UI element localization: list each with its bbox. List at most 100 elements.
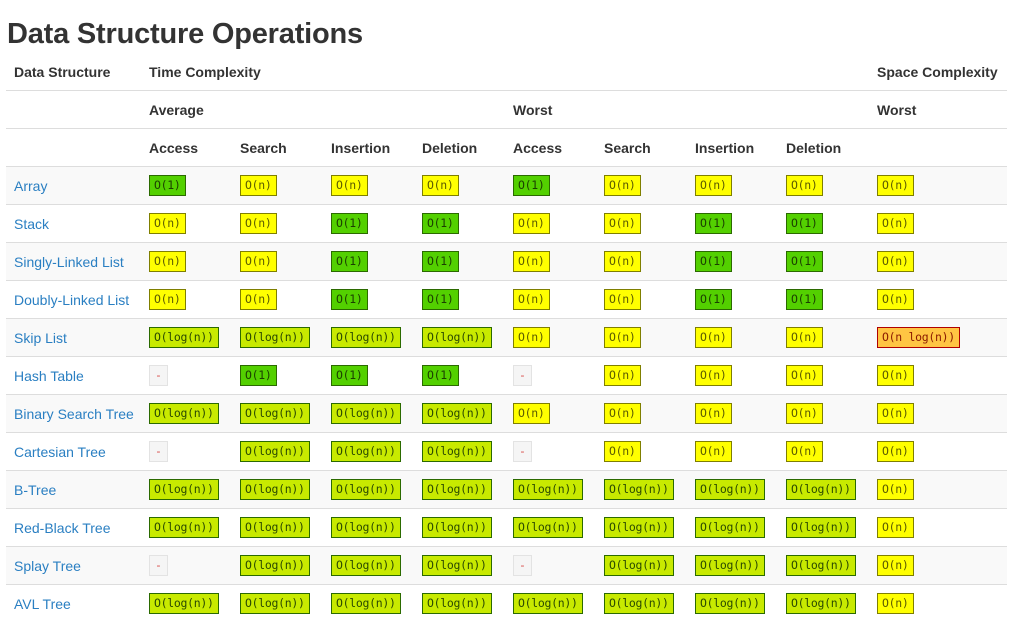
complexity-cell: O(log(n)) <box>414 432 505 471</box>
complexity-badge-bad: O(n) <box>604 403 641 424</box>
complexity-cell: O(log(n)) <box>323 318 414 357</box>
complexity-badge-bad: O(n) <box>513 289 550 310</box>
table-row: Cartesian Tree - O(log(n)) O(log(n)) O(log(n… <box>6 432 1008 471</box>
complexity-cell: O(log(n)) <box>232 584 323 622</box>
complexity-cell: O(1) <box>687 280 778 319</box>
complexity-cell: O(1) <box>687 242 778 281</box>
complexity-cell: O(log(n)) <box>505 470 596 509</box>
complexity-cell: O(log(n)) <box>323 470 414 509</box>
data-structure-link[interactable]: AVL Tree <box>14 596 71 612</box>
complexity-cell: O(log(n)) <box>323 508 414 547</box>
complexity-cell: O(n) <box>687 166 778 205</box>
header-op-deletion: Deletion <box>778 128 870 167</box>
complexity-badge-bad: O(n) <box>604 327 641 348</box>
complexity-badge-bad: O(n) <box>604 251 641 272</box>
complexity-table: Data Structure Time Complexity Space Com… <box>6 53 1008 622</box>
data-structure-cell: Singly-Linked List <box>6 242 141 281</box>
complexity-badge-bad: O(n) <box>331 175 368 196</box>
complexity-cell: O(n) <box>687 394 778 433</box>
complexity-badge-bad: O(n) <box>513 213 550 234</box>
data-structure-link[interactable]: Hash Table <box>14 368 84 384</box>
complexity-cell: O(1) <box>505 166 596 205</box>
data-structure-link[interactable]: Doubly-Linked List <box>14 292 129 308</box>
complexity-cell: O(n) <box>596 242 687 281</box>
complexity-badge-bad: O(n) <box>149 213 186 234</box>
complexity-cell: O(log(n)) <box>141 394 232 433</box>
complexity-cell: O(n) <box>596 318 687 357</box>
complexity-badge-fair: O(log(n)) <box>422 441 492 462</box>
complexity-badge-fair: O(log(n)) <box>331 403 401 424</box>
header-worst: Worst <box>505 90 870 129</box>
complexity-badge-fair: O(log(n)) <box>331 517 401 538</box>
complexity-cell: O(n) <box>869 356 1008 395</box>
complexity-badge-good: O(1) <box>786 251 823 272</box>
complexity-cell: O(n) <box>687 356 778 395</box>
complexity-badge-good: O(1) <box>422 289 459 310</box>
complexity-badge-good: O(1) <box>695 251 732 272</box>
complexity-badge-fair: O(log(n)) <box>422 479 492 500</box>
complexity-badge-bad: O(n) <box>786 365 823 386</box>
complexity-cell: O(log(n)) <box>232 470 323 509</box>
header-op-access: Access <box>505 128 596 167</box>
data-structure-link[interactable]: Cartesian Tree <box>14 444 106 460</box>
table-body: Array O(1) O(n) O(n) O(n) O(1) O(n) O(n) O(n) O(n… <box>6 166 1008 622</box>
complexity-badge-na: - <box>513 365 532 386</box>
complexity-cell: O(n) <box>778 356 870 395</box>
data-structure-link[interactable]: Skip List <box>14 330 67 346</box>
data-structure-cell: Red-Black Tree <box>6 508 141 547</box>
data-structure-link[interactable]: Red-Black Tree <box>14 520 110 536</box>
data-structure-link[interactable]: Stack <box>14 216 49 232</box>
complexity-cell: O(log(n)) <box>687 546 778 585</box>
complexity-badge-good: O(1) <box>695 213 732 234</box>
data-structure-cell: Doubly-Linked List <box>6 280 141 319</box>
table-row: Hash Table - O(1) O(1) O(1) - O(n) O(n) O(n) O(n) <box>6 356 1008 395</box>
complexity-badge-good: O(1) <box>786 289 823 310</box>
complexity-cell: O(log(n)) <box>232 318 323 357</box>
complexity-cell: O(log(n)) <box>414 546 505 585</box>
header-op-deletion: Deletion <box>414 128 505 167</box>
data-structure-cell: Cartesian Tree <box>6 432 141 471</box>
complexity-badge-fair: O(log(n)) <box>149 517 219 538</box>
complexity-badge-good: O(1) <box>422 365 459 386</box>
complexity-badge-fair: O(log(n)) <box>786 555 856 576</box>
complexity-badge-bad: O(n) <box>877 289 914 310</box>
data-structure-link[interactable]: B-Tree <box>14 482 56 498</box>
complexity-badge-fair: O(log(n)) <box>695 555 765 576</box>
complexity-cell: O(log(n)) <box>596 508 687 547</box>
complexity-cell: O(n) <box>232 204 323 243</box>
data-structure-link[interactable]: Singly-Linked List <box>14 254 124 270</box>
header-space-complexity: Space Complexity <box>877 63 998 80</box>
complexity-cell: O(1) <box>414 242 505 281</box>
complexity-cell: O(n) <box>869 394 1008 433</box>
complexity-cell: O(1) <box>778 242 870 281</box>
complexity-cell: O(log(n)) <box>414 584 505 622</box>
complexity-badge-fair: O(log(n)) <box>240 593 310 614</box>
data-structure-link[interactable]: Splay Tree <box>14 558 81 574</box>
complexity-cell: O(log(n)) <box>414 508 505 547</box>
complexity-cell: O(n) <box>778 166 870 205</box>
complexity-badge-fair: O(log(n)) <box>786 593 856 614</box>
complexity-badge-bad: O(n) <box>240 175 277 196</box>
data-structure-link[interactable]: Binary Search Tree <box>14 406 134 422</box>
complexity-cell: O(n) <box>869 508 1008 547</box>
complexity-badge-good: O(1) <box>695 289 732 310</box>
data-structure-cell: Stack <box>6 204 141 243</box>
complexity-badge-bad: O(n) <box>695 441 732 462</box>
data-structure-cell: Array <box>6 166 141 205</box>
complexity-cell: O(n) <box>869 584 1008 622</box>
complexity-cell: O(n) <box>596 280 687 319</box>
complexity-badge-bad: O(n) <box>877 555 914 576</box>
complexity-badge-bad: O(n) <box>513 327 550 348</box>
complexity-badge-good: O(1) <box>422 251 459 272</box>
complexity-badge-bad: O(n) <box>786 327 823 348</box>
complexity-badge-fair: O(log(n)) <box>331 441 401 462</box>
complexity-cell: O(log(n)) <box>778 584 870 622</box>
header-row-cases: Average Worst Worst <box>6 90 1008 129</box>
complexity-cell: O(log(n)) <box>778 470 870 509</box>
complexity-cell: O(n) <box>141 242 232 281</box>
complexity-cell: O(log(n)) <box>232 546 323 585</box>
complexity-badge-bad: O(n) <box>695 403 732 424</box>
complexity-cell: O(n) <box>687 318 778 357</box>
table-row: Skip List O(log(n)) O(log(n)) O(log(n)) O(lo… <box>6 318 1008 357</box>
data-structure-link[interactable]: Array <box>14 178 47 194</box>
